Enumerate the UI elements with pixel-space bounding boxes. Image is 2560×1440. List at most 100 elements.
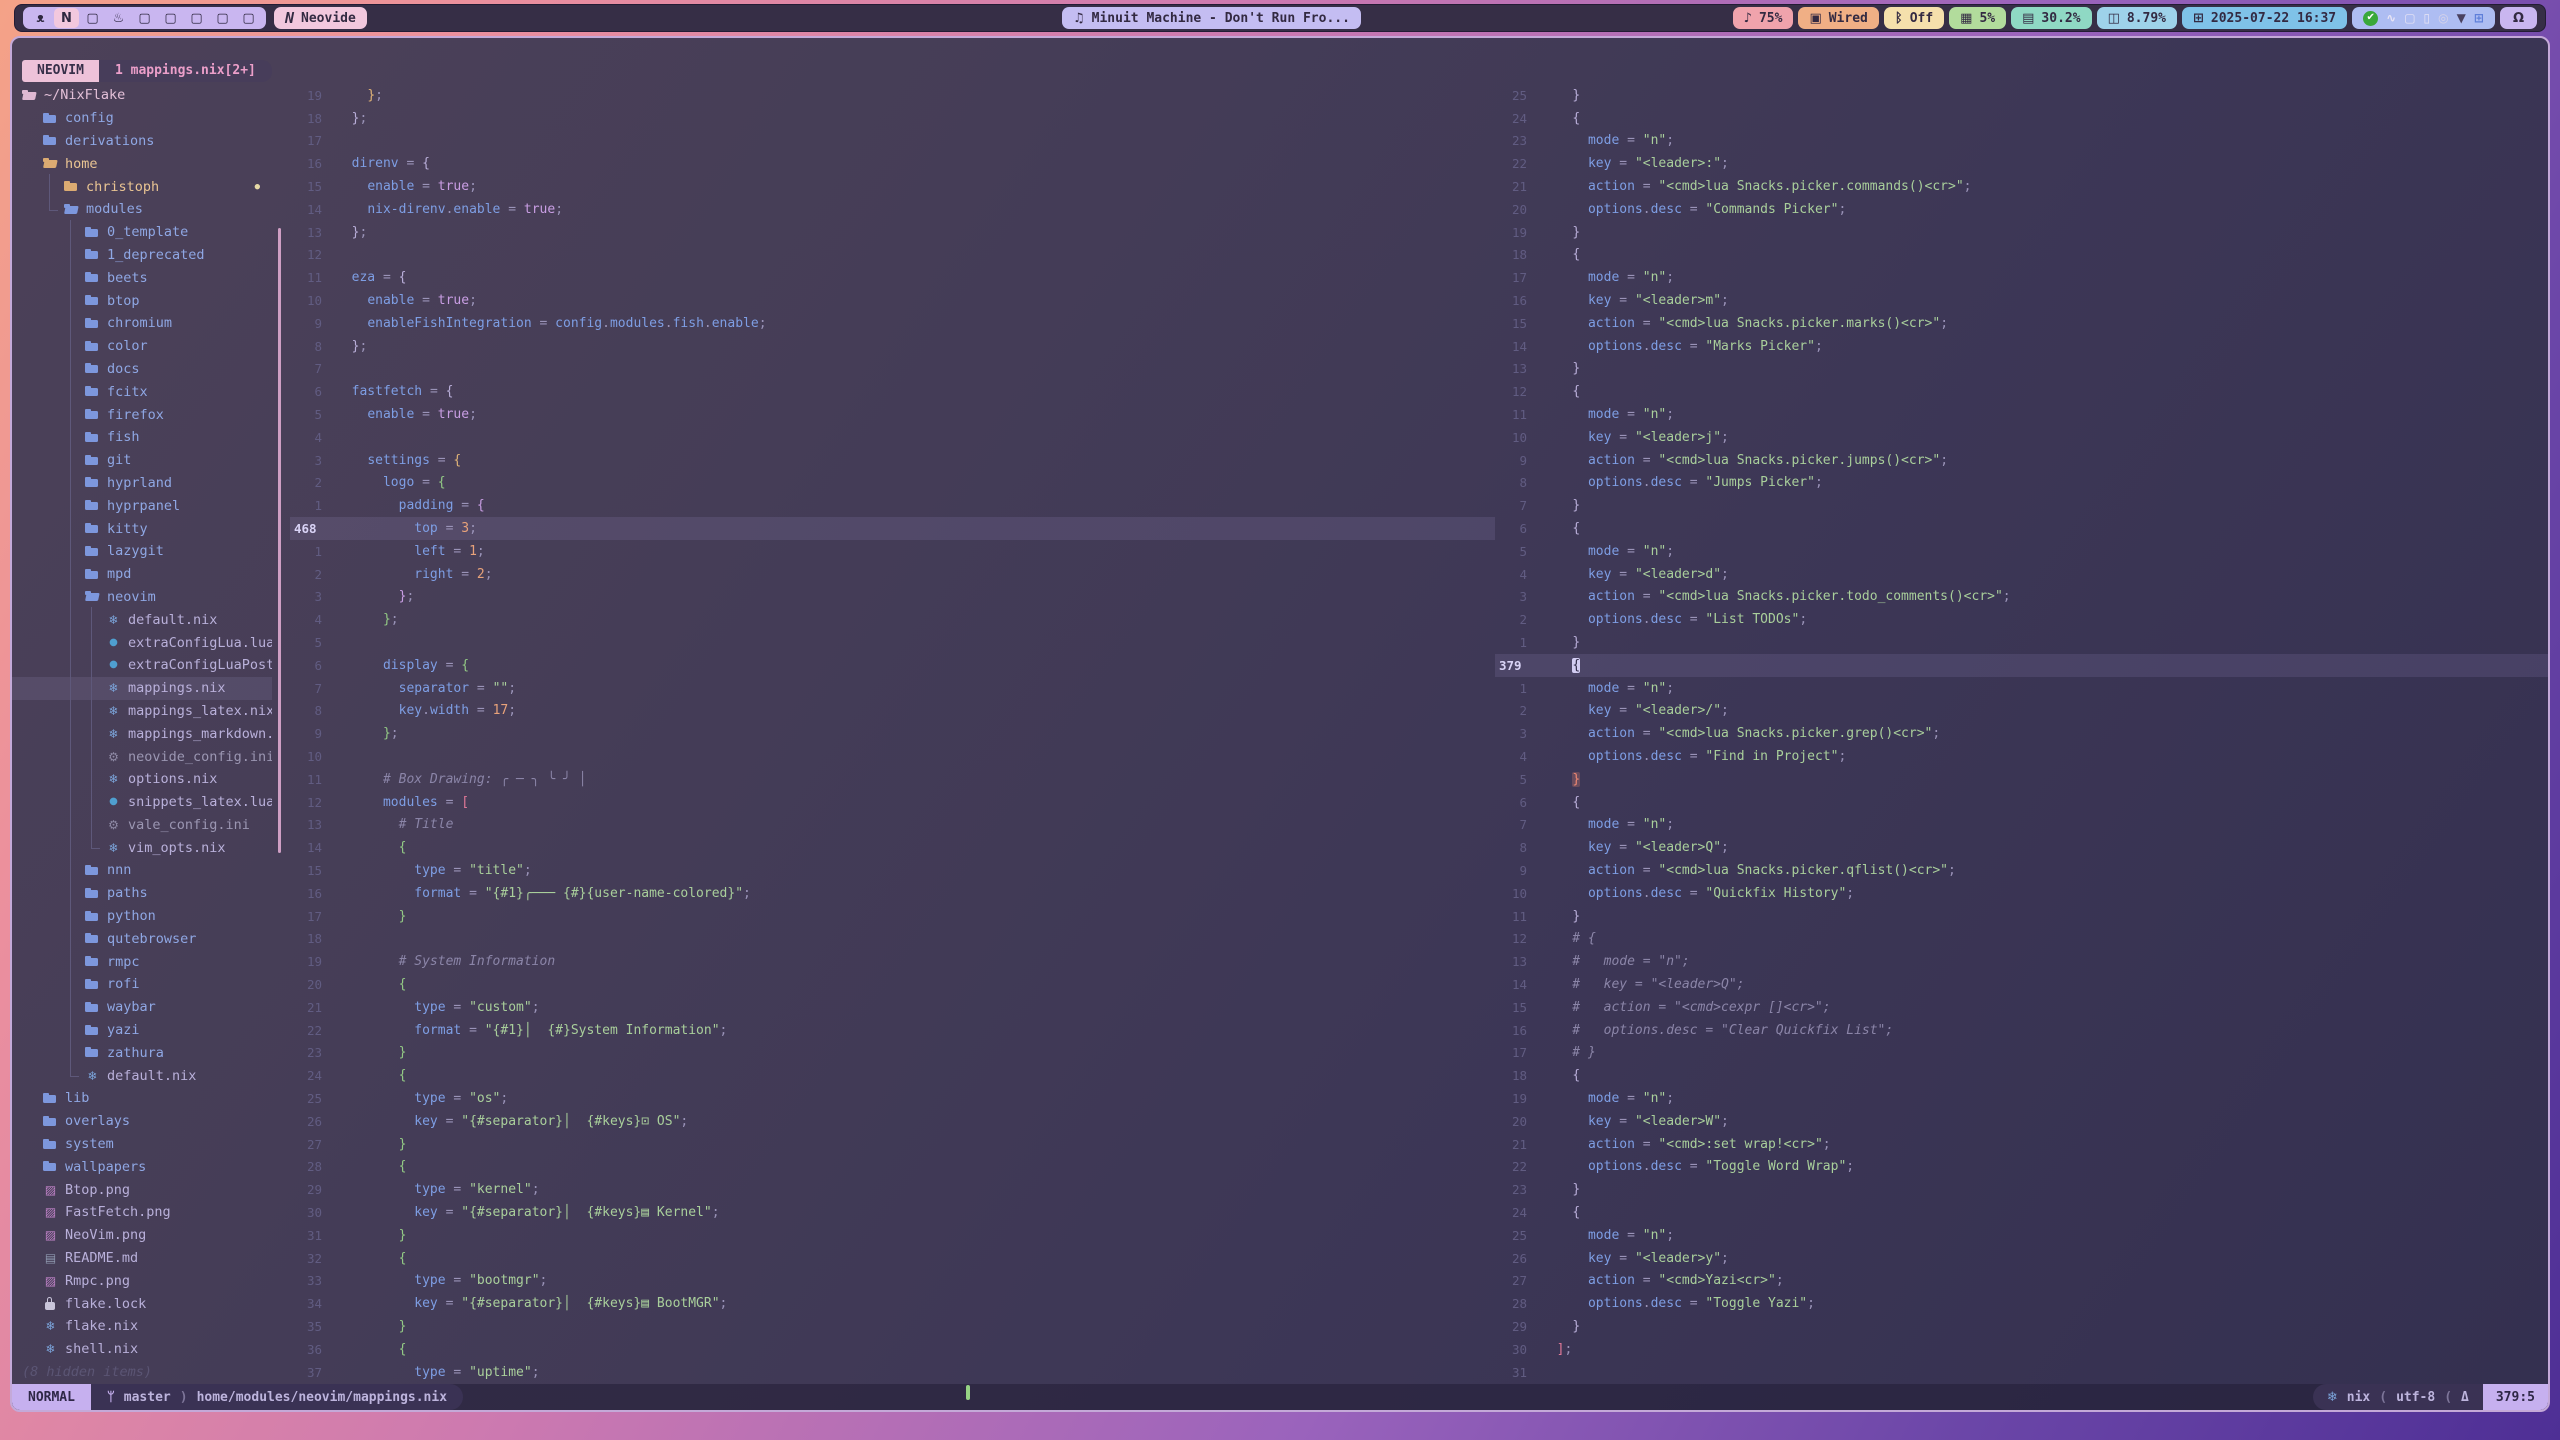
code-line[interactable]: 8 key = "<leader>Q";	[1495, 836, 2548, 859]
tree-row-zathura[interactable]: zathura	[12, 1041, 272, 1064]
code-line[interactable]: 35 }	[290, 1315, 1495, 1338]
code-line[interactable]: 25 mode = "n";	[1495, 1224, 2548, 1247]
code-line[interactable]: 29 }	[1495, 1315, 2548, 1338]
code-line[interactable]: 13 # Title	[290, 814, 1495, 837]
workspace-neovide-button[interactable]: N	[54, 8, 79, 28]
tab-neovim-source[interactable]: NEOVIM	[22, 60, 99, 82]
tree-row-beets[interactable]: beets	[12, 266, 272, 289]
tree-row-derivations[interactable]: derivations	[12, 130, 272, 153]
workspace-8-button[interactable]: ▢	[210, 8, 235, 28]
code-line[interactable]: 17 # }	[1495, 1041, 2548, 1064]
code-line[interactable]: 6 fastfetch = {	[290, 380, 1495, 403]
tree-row-flake.nix[interactable]: ❄flake.nix	[12, 1315, 272, 1338]
tree-row-neovide_config.ini[interactable]: ⚙neovide_config.ini	[12, 745, 272, 768]
code-line[interactable]: 2 right = 2;	[290, 563, 1495, 586]
tree-row-system[interactable]: system	[12, 1133, 272, 1156]
code-line[interactable]: 17 }	[290, 905, 1495, 928]
code-line[interactable]: 30 ];	[1495, 1338, 2548, 1361]
code-line[interactable]: 20 {	[290, 973, 1495, 996]
tree-row-rmpc[interactable]: rmpc	[12, 950, 272, 973]
active-window-chip[interactable]: N Neovide	[274, 7, 367, 29]
chip-bluetooth[interactable]: ᛒOff	[1884, 7, 1944, 29]
code-line[interactable]: 18 {	[1495, 244, 2548, 267]
tree-row-rofi[interactable]: rofi	[12, 973, 272, 996]
code-line[interactable]: 15 # action = "<cmd>cexpr []<cr>";	[1495, 996, 2548, 1019]
code-line[interactable]: 5	[290, 631, 1495, 654]
tree-row-vim_opts.nix[interactable]: ❄vim_opts.nix	[12, 836, 272, 859]
code-line[interactable]: 27 action = "<cmd>Yazi<cr>";	[1495, 1269, 2548, 1292]
code-line[interactable]: 10 enable = true;	[290, 289, 1495, 312]
workspace-7-button[interactable]: ▢	[184, 8, 209, 28]
code-line[interactable]: 30 key = "{#separator}│ {#keys}▤ Kernel"…	[290, 1201, 1495, 1224]
code-line[interactable]: 18 {	[1495, 1064, 2548, 1087]
tree-row-firefox[interactable]: firefox	[12, 403, 272, 426]
code-line[interactable]: 6 {	[1495, 791, 2548, 814]
tree-row-docs[interactable]: docs	[12, 358, 272, 381]
code-line[interactable]: 4 key = "<leader>d";	[1495, 563, 2548, 586]
tray-target-icon[interactable]: ◎	[2438, 12, 2448, 24]
code-line[interactable]: 31	[1495, 1361, 2548, 1384]
chip-disk[interactable]: ◫8.79%	[2097, 7, 2177, 29]
code-line[interactable]: 19 mode = "n";	[1495, 1087, 2548, 1110]
tree-row-README.md[interactable]: ▤README.md	[12, 1247, 272, 1270]
code-line[interactable]: 9 action = "<cmd>lua Snacks.picker.jumps…	[1495, 449, 2548, 472]
code-line[interactable]: 31 }	[290, 1224, 1495, 1247]
code-line[interactable]: 14 nix-direnv.enable = true;	[290, 198, 1495, 221]
code-line[interactable]: 18	[290, 927, 1495, 950]
code-line[interactable]: 14 options.desc = "Marks Picker";	[1495, 335, 2548, 358]
tree-row-modules[interactable]: modules	[12, 198, 272, 221]
tree-row-qutebrowser[interactable]: qutebrowser	[12, 927, 272, 950]
notifications-chip[interactable]: Ω	[2500, 7, 2537, 29]
code-line[interactable]: 22 options.desc = "Toggle Word Wrap";	[1495, 1155, 2548, 1178]
tree-row-btop[interactable]: btop	[12, 289, 272, 312]
tree-row-mappings.nix[interactable]: ❄mappings.nix	[12, 677, 272, 700]
code-line[interactable]: 1 left = 1;	[290, 540, 1495, 563]
code-line[interactable]: 16 # options.desc = "Clear Quickfix List…	[1495, 1019, 2548, 1042]
scrollbar-thumb[interactable]	[278, 228, 281, 853]
tree-row-nnn[interactable]: nnn	[12, 859, 272, 882]
code-line[interactable]: 24 {	[1495, 107, 2548, 130]
code-line[interactable]: 13 };	[290, 221, 1495, 244]
code-line[interactable]: 3 action = "<cmd>lua Snacks.picker.todo_…	[1495, 586, 2548, 609]
tree-row-hyprland[interactable]: hyprland	[12, 472, 272, 495]
code-line[interactable]: 15 type = "title";	[290, 859, 1495, 882]
tree-row-config[interactable]: config	[12, 107, 272, 130]
code-line[interactable]: 17 mode = "n";	[1495, 266, 2548, 289]
code-line[interactable]: 379 {	[1495, 654, 2548, 677]
code-line[interactable]: 7	[290, 358, 1495, 381]
code-line[interactable]: 2 key = "<leader>/";	[1495, 700, 2548, 723]
tree-row-overlays[interactable]: overlays	[12, 1110, 272, 1133]
code-line[interactable]: 7 separator = "";	[290, 677, 1495, 700]
tray-check-icon[interactable]: ✔	[2363, 11, 2378, 26]
code-line[interactable]: 33 type = "bootmgr";	[290, 1269, 1495, 1292]
code-line[interactable]: 15 action = "<cmd>lua Snacks.picker.mark…	[1495, 312, 2548, 335]
code-line[interactable]: 37 type = "uptime";	[290, 1361, 1495, 1384]
tray-wave-icon[interactable]: ∿	[2386, 12, 2396, 24]
code-line[interactable]: 24 {	[290, 1064, 1495, 1087]
code-line[interactable]: 11 }	[1495, 905, 2548, 928]
code-line[interactable]: 34 key = "{#separator}│ {#keys}▤ BootMGR…	[290, 1292, 1495, 1315]
code-line[interactable]: 8 };	[290, 335, 1495, 358]
code-line[interactable]: 9 enableFishIntegration = config.modules…	[290, 312, 1495, 335]
tree-row-default.nix[interactable]: ❄default.nix	[12, 608, 272, 631]
code-line[interactable]: 1 padding = {	[290, 494, 1495, 517]
code-line[interactable]: 5 mode = "n";	[1495, 540, 2548, 563]
code-line[interactable]: 20 key = "<leader>W";	[1495, 1110, 2548, 1133]
code-line[interactable]: 8 key.width = 17;	[290, 700, 1495, 723]
chip-clock[interactable]: ⊞2025-07-22 16:37	[2182, 7, 2347, 29]
code-line[interactable]: 10	[290, 745, 1495, 768]
tree-row-Btop.png[interactable]: ▨Btop.png	[12, 1178, 272, 1201]
tree-row-NeoVim.png[interactable]: ▨NeoVim.png	[12, 1224, 272, 1247]
code-line[interactable]: 4 options.desc = "Find in Project";	[1495, 745, 2548, 768]
code-line[interactable]: 12 modules = [	[290, 791, 1495, 814]
code-line[interactable]: 19 # System Information	[290, 950, 1495, 973]
tree-row-wallpapers[interactable]: wallpapers	[12, 1155, 272, 1178]
chip-memory[interactable]: ▤30.2%	[2011, 7, 2091, 29]
code-line[interactable]: 14 {	[290, 836, 1495, 859]
tree-row-extraConfigLuaPost.lua[interactable]: ●extraConfigLuaPost.lua	[12, 654, 272, 677]
tree-row-christoph[interactable]: christoph●	[12, 175, 272, 198]
code-line[interactable]: 32 {	[290, 1247, 1495, 1270]
code-line[interactable]: 9 };	[290, 722, 1495, 745]
code-line[interactable]: 21 type = "custom";	[290, 996, 1495, 1019]
code-line[interactable]: 6 {	[1495, 517, 2548, 540]
